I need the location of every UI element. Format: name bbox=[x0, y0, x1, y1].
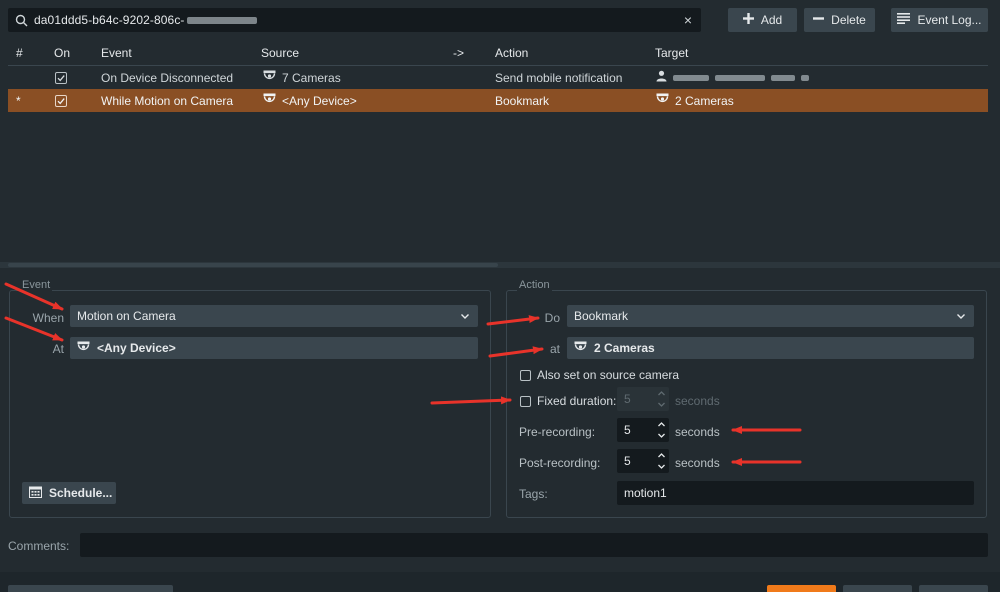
camera-icon bbox=[656, 93, 669, 108]
chevron-down-icon bbox=[460, 310, 470, 324]
action-group-title: Action bbox=[517, 279, 552, 291]
event-device-selector[interactable]: <Any Device> bbox=[70, 337, 478, 359]
add-button[interactable]: Add bbox=[728, 8, 797, 32]
when-dropdown[interactable]: Motion on Camera bbox=[70, 305, 478, 327]
when-label: When bbox=[32, 311, 64, 325]
fixed-duration-spinbox[interactable]: 5 bbox=[617, 387, 669, 411]
camera-icon bbox=[263, 93, 276, 108]
pre-recording-label: Pre-recording: bbox=[519, 425, 596, 439]
at-label: At bbox=[52, 342, 64, 356]
row-enabled-checkbox[interactable] bbox=[55, 89, 67, 112]
column-header-number[interactable]: # bbox=[16, 40, 23, 65]
also-source-checkbox[interactable] bbox=[520, 369, 531, 381]
tags-label: Tags: bbox=[519, 487, 548, 501]
row-action: Bookmark bbox=[495, 93, 550, 108]
column-header-target[interactable]: Target bbox=[655, 40, 688, 65]
tags-input[interactable]: motion1 bbox=[617, 481, 974, 505]
action-target-selector[interactable]: 2 Cameras bbox=[567, 337, 974, 359]
post-recording-spinbox[interactable]: 5 bbox=[617, 449, 669, 473]
rules-table-header: # On Event Source -> Action Target bbox=[8, 40, 988, 66]
comments-label: Comments: bbox=[8, 539, 70, 553]
checked-icon bbox=[55, 71, 67, 84]
user-icon bbox=[656, 70, 667, 85]
search-icon bbox=[8, 14, 34, 27]
redacted-text bbox=[673, 74, 709, 81]
event-group-title: Event bbox=[20, 279, 53, 291]
list-icon bbox=[897, 13, 911, 27]
redacted-text bbox=[186, 17, 257, 25]
panel-splitter[interactable] bbox=[0, 262, 1000, 268]
table-row[interactable]: On Device Disconnected 7 Cameras Send mo… bbox=[8, 66, 988, 89]
post-recording-unit: seconds bbox=[675, 456, 720, 470]
minus-icon bbox=[813, 13, 825, 27]
calendar-icon bbox=[29, 486, 42, 501]
plus-icon bbox=[742, 13, 754, 27]
cancel-button[interactable] bbox=[843, 585, 912, 592]
camera-icon bbox=[263, 70, 276, 85]
splitter-grip[interactable] bbox=[8, 263, 498, 267]
schedule-button[interactable]: Schedule... bbox=[22, 482, 116, 504]
action-dropdown[interactable]: Bookmark bbox=[567, 305, 974, 327]
fixed-duration-checkbox[interactable] bbox=[520, 395, 531, 407]
row-enabled-checkbox[interactable] bbox=[55, 66, 67, 89]
event-log-button[interactable]: Event Log... bbox=[891, 8, 988, 32]
column-header-action[interactable]: Action bbox=[495, 40, 528, 65]
delete-button[interactable]: Delete bbox=[804, 8, 875, 32]
pre-recording-unit: seconds bbox=[675, 425, 720, 439]
checked-icon bbox=[55, 94, 67, 107]
action-at-label: at bbox=[549, 342, 560, 356]
row-source: <Any Device> bbox=[263, 89, 357, 112]
row-event: On Device Disconnected bbox=[101, 70, 234, 85]
row-action: Send mobile notification bbox=[495, 70, 623, 85]
bottom-left-button[interactable] bbox=[8, 585, 173, 592]
post-recording-label: Post-recording: bbox=[519, 456, 601, 470]
redacted-text bbox=[801, 74, 809, 81]
row-number: * bbox=[16, 93, 21, 108]
fixed-duration-checkbox-row[interactable]: Fixed duration: bbox=[520, 394, 616, 408]
ok-button[interactable] bbox=[767, 585, 836, 592]
spin-arrows-icon[interactable] bbox=[657, 419, 666, 441]
redacted-text bbox=[771, 74, 795, 81]
row-target bbox=[656, 66, 809, 89]
table-row-selected[interactable]: * While Motion on Camera <Any Device> Bo… bbox=[8, 89, 988, 112]
spin-arrows-icon[interactable] bbox=[657, 388, 666, 410]
redacted-text bbox=[715, 74, 765, 81]
row-event: While Motion on Camera bbox=[101, 93, 234, 108]
camera-icon bbox=[574, 341, 587, 356]
column-header-arrow[interactable]: -> bbox=[453, 40, 464, 65]
comments-input[interactable] bbox=[80, 533, 988, 557]
chevron-down-icon bbox=[956, 310, 966, 324]
clear-search-button[interactable]: × bbox=[675, 12, 701, 28]
column-header-event[interactable]: Event bbox=[101, 40, 132, 65]
apply-button[interactable] bbox=[919, 585, 988, 592]
fixed-duration-unit: seconds bbox=[675, 394, 720, 408]
row-source: 7 Cameras bbox=[263, 66, 341, 89]
do-label: Do bbox=[544, 311, 560, 325]
column-header-source[interactable]: Source bbox=[261, 40, 299, 65]
search-input[interactable]: da01ddd5-b64c-9202-806c- bbox=[34, 13, 675, 27]
also-source-checkbox-row[interactable]: Also set on source camera bbox=[520, 368, 679, 382]
spin-arrows-icon[interactable] bbox=[657, 450, 666, 472]
row-target: 2 Cameras bbox=[656, 89, 734, 112]
camera-icon bbox=[77, 341, 90, 356]
search-bar[interactable]: da01ddd5-b64c-9202-806c- × bbox=[8, 8, 701, 32]
column-header-on[interactable]: On bbox=[54, 40, 70, 65]
pre-recording-spinbox[interactable]: 5 bbox=[617, 418, 669, 442]
